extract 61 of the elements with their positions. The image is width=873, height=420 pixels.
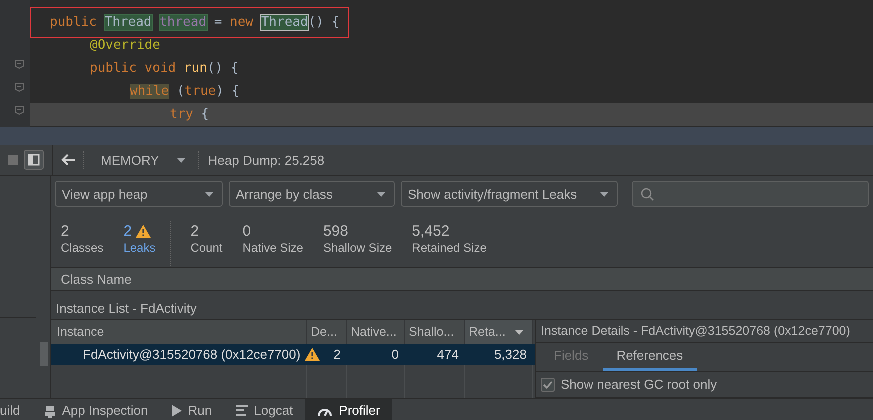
column-header[interactable]: Shallo... — [405, 320, 465, 344]
back-arrow-icon[interactable] — [61, 154, 75, 166]
fold-marker-icon[interactable] — [15, 60, 24, 69]
search-field[interactable] — [632, 181, 869, 207]
panel-toggle-icon[interactable] — [24, 150, 44, 170]
stat-value: 0 — [242, 222, 252, 240]
heap-dump-title: Heap Dump: 25.258 — [208, 152, 325, 168]
search-icon — [641, 188, 654, 200]
code-line: while (true) { — [129, 83, 241, 101]
table-cell: 474 — [437, 347, 459, 362]
stat-label: Native Size — [242, 241, 304, 255]
checkbox-label: Show nearest GC root only — [561, 377, 718, 392]
stat-value: 2 — [61, 222, 70, 240]
table-cell: 2 — [334, 347, 341, 362]
fold-marker-icon[interactable] — [15, 106, 24, 115]
dropdown-arrow-icon — [600, 192, 609, 196]
stat-value: 2 — [124, 222, 132, 240]
instance-details-title: Instance Details - FdActivity@315520768 (0x12ce7700) — [541, 324, 850, 338]
stat-label: Shallow Size — [323, 241, 392, 255]
heap-dropdown[interactable]: View app heap — [55, 181, 223, 207]
stat-label: Classes — [61, 241, 104, 255]
scrollbar-thumb[interactable] — [40, 342, 48, 366]
stat-label: Count — [190, 241, 223, 255]
table-cell: 0 — [392, 347, 399, 362]
lines-icon — [236, 405, 248, 416]
stat-label: Retained Size — [412, 241, 487, 255]
table-cell: 5,328 — [494, 347, 527, 362]
column-header[interactable]: Reta... — [465, 320, 533, 344]
dropdown-arrow-icon — [205, 192, 214, 196]
arrange-dropdown[interactable]: Arrange by class — [229, 181, 395, 207]
dropdown-arrow-icon — [177, 158, 186, 162]
sort-descending-icon — [515, 330, 524, 334]
column-header[interactable]: Instance — [51, 320, 307, 344]
table-cell: FdActivity@315520768 (0x12ce7700) — [83, 347, 301, 362]
dropdown-arrow-icon — [377, 192, 386, 196]
details-tab[interactable]: References — [602, 343, 698, 371]
code-line: public void run() { — [89, 60, 240, 78]
stat-label: Leaks — [124, 241, 156, 255]
stat-value: 2 — [190, 222, 200, 240]
instance-row[interactable]: FdActivity@315520768 (0x12ce7700) 2 0 474 5,328 — [51, 344, 535, 365]
robot-icon — [44, 404, 56, 418]
column-header[interactable]: Class Name — [61, 272, 132, 286]
leaks-filter-dropdown[interactable]: Show activity/fragment Leaks — [401, 181, 618, 207]
profiler-dropdown[interactable]: MEMORY — [93, 152, 190, 168]
tool-window-tab[interactable]: Run — [160, 399, 224, 420]
code-line: @Override — [89, 37, 162, 55]
tool-window-tab[interactable]: Logcat — [224, 399, 306, 420]
tool-window-tab[interactable]: Profiler — [305, 399, 392, 420]
column-header[interactable]: Native... — [347, 320, 405, 344]
stat-value: 5,452 — [412, 222, 450, 240]
checkbox[interactable] — [541, 378, 555, 392]
play-icon — [172, 404, 182, 416]
warning-icon — [304, 348, 320, 361]
checkmark-icon — [543, 380, 553, 388]
warning-icon — [136, 224, 152, 238]
instance-list-title: Instance List - FdActivity — [56, 300, 197, 316]
tool-window-tab[interactable]: uild — [0, 399, 32, 420]
tool-window-tab[interactable]: App Inspection — [32, 399, 160, 420]
fold-marker-icon[interactable] — [15, 83, 24, 92]
stat-value: 598 — [323, 222, 348, 240]
column-header[interactable]: De... — [307, 320, 347, 344]
